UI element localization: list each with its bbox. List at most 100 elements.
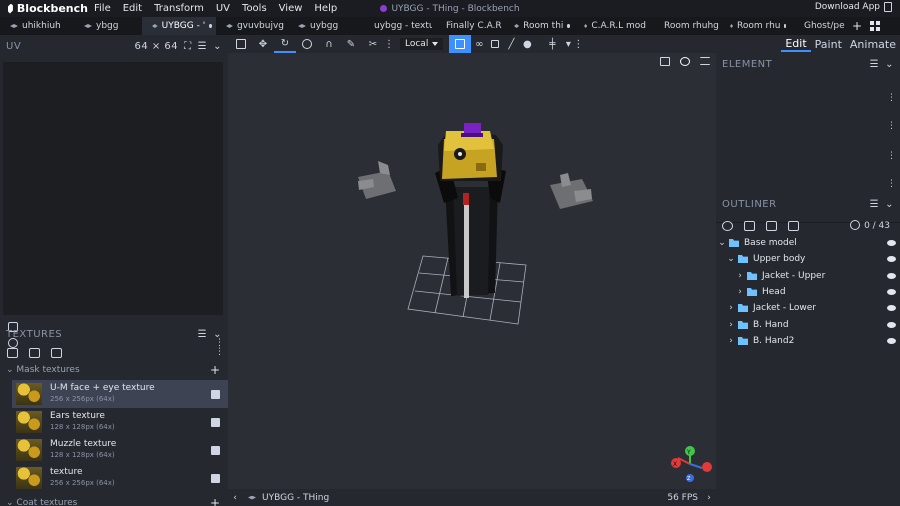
outliner-row[interactable]: ⌄ Upper body [716, 251, 900, 267]
menu-lines-icon[interactable]: ☰ [870, 59, 879, 70]
uv-editor-canvas[interactable] [3, 62, 223, 315]
texture-item[interactable]: Muzzle texture 128 x 128px (64x) [12, 436, 228, 464]
project-tab[interactable]: ybgg [74, 17, 142, 35]
uv-size-label[interactable]: 64 × 64 [134, 41, 178, 52]
menu-help[interactable]: Help [308, 3, 343, 14]
chevron-down-icon[interactable]: ⌄ [213, 329, 222, 340]
chevron-down-icon[interactable]: ⌄ [885, 199, 894, 210]
outliner-row[interactable]: › Jacket - Lower [716, 300, 900, 316]
mirror-toggle[interactable] [449, 35, 472, 53]
menu-transform[interactable]: Transform [148, 3, 210, 14]
mode-paint[interactable]: Paint [811, 38, 846, 51]
project-tab[interactable]: uybgg [288, 17, 360, 35]
save-icon[interactable] [211, 417, 220, 427]
visibility-eye-icon[interactable] [887, 273, 896, 279]
chevron-down-icon[interactable]: ⌄ [718, 238, 726, 248]
visibility-eye-icon[interactable] [887, 289, 896, 295]
save-icon[interactable] [211, 445, 220, 455]
chevron-right-icon[interactable]: › [727, 336, 735, 346]
chevron-right-icon[interactable]: › [727, 303, 735, 313]
chevron-right-icon[interactable]: › [736, 271, 744, 281]
resize-tool[interactable]: ∩ [318, 35, 340, 53]
point-toggle[interactable]: ● [519, 35, 535, 53]
outliner-row[interactable]: › Jacket - Upper [716, 268, 900, 284]
axis-gizmo[interactable]: Y X Z [671, 446, 712, 482]
mode-edit[interactable]: Edit [781, 37, 811, 52]
texture-group-mask[interactable]: ⌄ Mask textures + [0, 362, 228, 378]
more-options-icon[interactable]: ⋮ [215, 347, 224, 357]
menu-tools[interactable]: Tools [236, 3, 273, 14]
project-tab[interactable]: uhikhiuh [0, 17, 74, 35]
outliner-row[interactable]: › B. Hand [716, 317, 900, 333]
chevron-down-icon[interactable]: ⌄ [727, 254, 735, 264]
texture-folder-icon[interactable] [51, 348, 62, 358]
more-options-icon[interactable]: ⋮ [887, 93, 896, 103]
chevron-down-icon[interactable]: ⌄ [213, 41, 222, 52]
project-tab[interactable]: C.A.R.L mod [574, 17, 650, 35]
new-tab-plus-icon[interactable]: + [850, 19, 864, 33]
more-options-icon[interactable]: ⋮ [887, 151, 896, 161]
link-toggle[interactable]: ∞ [471, 35, 487, 53]
chevron-left-icon[interactable]: ‹ [228, 493, 242, 503]
visibility-eye-icon[interactable] [887, 240, 896, 246]
texture-item[interactable]: U-M face + eye texture 256 x 256px (64x) [12, 380, 228, 408]
save-icon[interactable] [211, 389, 220, 399]
project-tab[interactable]: Room rhu [720, 17, 790, 35]
fullscreen-icon[interactable]: ⛶ [184, 41, 192, 52]
menu-edit[interactable]: Edit [117, 3, 148, 14]
cut-tool[interactable]: ✂ [362, 35, 384, 53]
more-options-icon[interactable]: ⋮ [887, 179, 896, 189]
outliner-row[interactable]: › Head [716, 284, 900, 300]
pivot-tool[interactable] [296, 35, 318, 53]
visibility-eye-icon[interactable] [887, 338, 896, 344]
mode-animate[interactable]: Animate [846, 38, 900, 51]
sun-icon[interactable] [680, 57, 690, 66]
menu-view[interactable]: View [273, 3, 309, 14]
chevron-right-icon[interactable]: › [736, 287, 744, 297]
project-tab[interactable]: Ghost/pe [790, 17, 850, 35]
add-texture-plus-icon[interactable]: + [210, 363, 220, 377]
visibility-eye-icon[interactable] [887, 305, 896, 311]
toolbar-more[interactable]: ⋮ [384, 35, 394, 53]
texture-item[interactable]: texture 256 x 256px (64x) [12, 464, 228, 492]
visibility-eye-icon[interactable] [887, 256, 896, 262]
add-group-icon[interactable] [766, 221, 777, 231]
chevron-right-icon[interactable]: › [727, 320, 735, 330]
download-app-button[interactable]: Download App [815, 2, 892, 12]
outliner-row[interactable]: ⌄ Base model [716, 235, 900, 251]
collapse-all-icon[interactable] [788, 221, 799, 231]
project-tab[interactable]: uybgg - textu [360, 17, 432, 35]
project-tab[interactable]: gvuvbujvg [216, 17, 288, 35]
more-options-icon[interactable]: ⋮ [887, 121, 896, 131]
gizmo-x-negative-axis[interactable] [702, 462, 712, 472]
texture-item[interactable]: Ears texture 128 x 128px (64x) [12, 408, 228, 436]
add-mesh-icon[interactable] [722, 221, 733, 231]
add-cube-icon[interactable] [744, 221, 755, 231]
menu-lines-icon[interactable]: ☰ [870, 199, 879, 210]
box-select-toggle[interactable] [487, 35, 503, 53]
align-tool[interactable]: ╪ [541, 35, 563, 53]
menu-lines-icon[interactable]: ☰ [198, 41, 207, 52]
project-tab[interactable]: Room thi [504, 17, 574, 35]
project-tab[interactable]: Finally C.A.R [432, 17, 504, 35]
line-toggle[interactable]: ╱ [503, 35, 519, 53]
visibility-eye-icon[interactable] [887, 322, 896, 328]
project-tab-active[interactable]: UYBGG - ' [142, 17, 216, 35]
vertex-snap-tool[interactable] [230, 35, 252, 53]
project-tab[interactable]: Room rhuhg [650, 17, 720, 35]
menu-lines-icon[interactable]: ☰ [198, 329, 207, 340]
save-icon[interactable] [211, 473, 220, 483]
import-texture-icon[interactable] [7, 348, 18, 358]
search-icon[interactable] [850, 220, 860, 230]
start-screen-grid-icon[interactable] [870, 21, 880, 31]
add-texture-plus-icon[interactable]: + [210, 496, 220, 506]
app-logo[interactable]: Blockbench [0, 2, 88, 15]
menu-uv[interactable]: UV [210, 3, 236, 14]
create-texture-icon[interactable] [29, 348, 40, 358]
menu-lines-icon[interactable] [700, 57, 710, 65]
3d-viewport[interactable]: Y X Z [228, 53, 716, 489]
toolbar-more[interactable]: ⋮ [573, 35, 583, 53]
align-dropdown[interactable]: ▾ [563, 35, 573, 53]
brush-tool[interactable]: ✎ [340, 35, 362, 53]
texture-group-coat[interactable]: ⌄ Coat textures + [0, 495, 228, 506]
